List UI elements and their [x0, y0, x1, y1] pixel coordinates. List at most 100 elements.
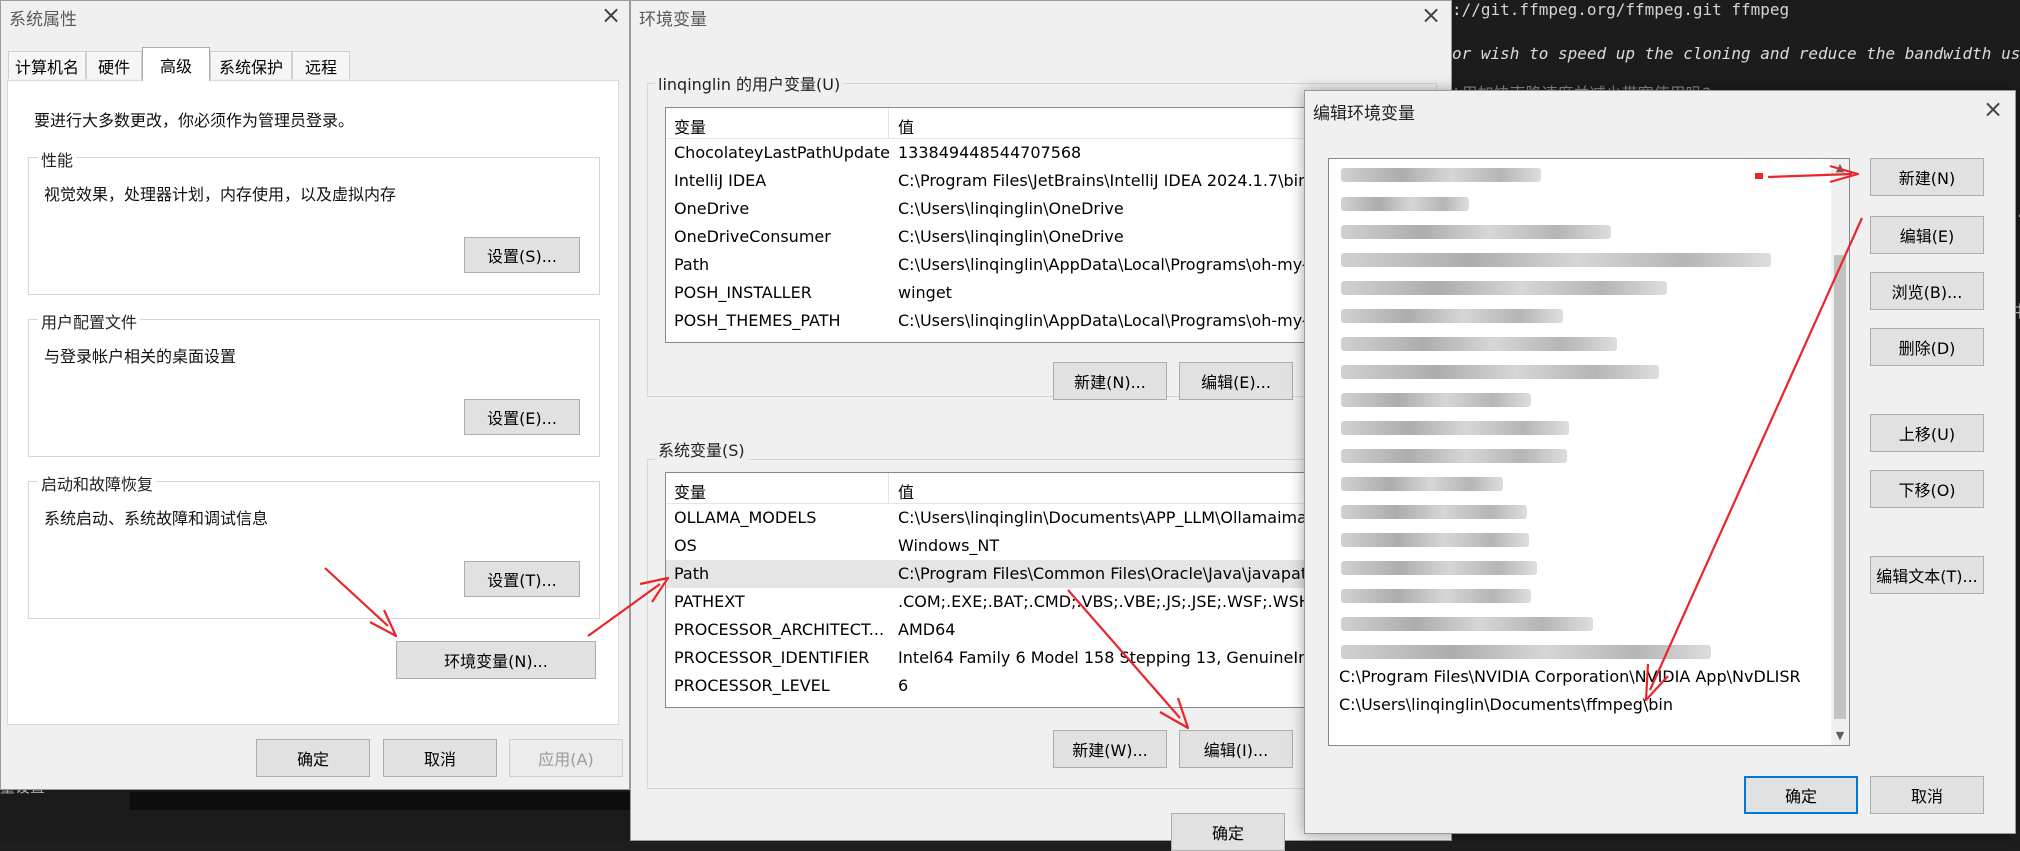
admin-notice: 要进行大多数更改，你必须作为管理员登录。	[34, 111, 355, 130]
path-entry-nvidia[interactable]: C:\Program Files\NVIDIA Corporation\NVID…	[1339, 667, 1801, 686]
cancel-button[interactable]: 取消	[383, 739, 497, 777]
user-edit-button[interactable]: 编辑(E)...	[1179, 362, 1293, 400]
user-profile-settings-button[interactable]: 设置(E)...	[464, 399, 580, 435]
blurred-path-entry[interactable]	[1341, 168, 1541, 182]
performance-label: 性能	[38, 147, 77, 171]
environment-variables-button[interactable]: 环境变量(N)...	[396, 641, 596, 679]
move-up-button[interactable]: 上移(U)	[1870, 414, 1984, 452]
variable-name: OneDriveConsumer	[674, 227, 831, 246]
ok-button[interactable]: 确定	[1171, 813, 1285, 851]
variable-value: C:\Program Files\JetBrains\IntelliJ IDEA…	[898, 171, 1314, 190]
blurred-path-entry[interactable]	[1341, 617, 1593, 631]
system-properties-window: 系统属性 × 计算机名 硬件 高级 系统保护 远程 要进行大多数更改，你必须作为…	[0, 0, 630, 790]
tab-system-protection[interactable]: 系统保护	[210, 51, 292, 79]
blurred-path-entry[interactable]	[1341, 365, 1659, 379]
variable-value: C:\Users\linqinglin\OneDrive	[898, 199, 1124, 218]
blurred-path-entry[interactable]	[1341, 337, 1617, 351]
scroll-up-icon[interactable]: ▲	[1831, 159, 1849, 177]
variable-value: AMD64	[898, 620, 956, 639]
blurred-path-entry[interactable]	[1341, 309, 1563, 323]
blurred-path-entry[interactable]	[1341, 421, 1569, 435]
blurred-path-entry[interactable]	[1341, 253, 1771, 267]
user-profile-label: 用户配置文件	[38, 309, 141, 333]
close-icon[interactable]: ×	[1411, 1, 1451, 31]
move-down-button[interactable]: 下移(O)	[1870, 470, 1984, 508]
variable-name: POSH_THEMES_PATH	[674, 311, 841, 330]
variable-name: ChocolateyLastPathUpdate	[674, 143, 890, 162]
window-title: 系统属性	[9, 10, 77, 30]
variable-value: 6	[898, 676, 909, 695]
startup-recovery-desc: 系统启动、系统故障和调试信息	[44, 509, 269, 528]
browse-button[interactable]: 浏览(B)...	[1870, 272, 1984, 310]
blurred-path-entry[interactable]	[1341, 449, 1567, 463]
variable-value: C:\Program Files\Common Files\Oracle\Jav…	[898, 564, 1308, 583]
variable-name: PROCESSOR_ARCHITECT...	[674, 620, 885, 639]
blurred-path-entry[interactable]	[1341, 225, 1611, 239]
blurred-path-entry[interactable]	[1341, 393, 1531, 407]
window-title: 编辑环境变量	[1313, 104, 1415, 124]
variable-value: C:\Users\linqinglin\Documents\APP_LLM\Ol…	[898, 508, 1318, 527]
ok-button[interactable]: 确定	[1744, 776, 1858, 814]
blurred-path-entry[interactable]	[1341, 645, 1711, 659]
variable-name: POSH_INSTALLER	[674, 283, 812, 302]
performance-settings-button[interactable]: 设置(S)...	[464, 237, 580, 273]
variable-value: C:\Users\linqinglin\AppData\Local\Progra…	[898, 311, 1308, 330]
close-icon[interactable]: ×	[591, 1, 631, 31]
column-header-variable[interactable]: 变量	[674, 114, 706, 138]
performance-desc: 视觉效果，处理器计划，内存使用，以及虚拟内存	[44, 185, 397, 204]
column-header-value[interactable]: 值	[898, 479, 914, 503]
blurred-path-entry[interactable]	[1341, 197, 1469, 211]
startup-recovery-group	[28, 481, 600, 619]
variable-value: C:\Users\linqinglin\AppData\Local\Progra…	[898, 255, 1308, 274]
tab-hardware[interactable]: 硬件	[86, 51, 142, 79]
list-scrollbar[interactable]: ▲ ▼	[1831, 159, 1849, 745]
close-icon[interactable]: ×	[1973, 95, 2013, 125]
tab-advanced[interactable]: 高级	[142, 47, 210, 81]
terminal-line-clone: ://git.ffmpeg.org/ffmpeg.git ffmpeg	[1452, 0, 1790, 19]
performance-group	[28, 157, 600, 295]
variable-value: 133849448544707568	[898, 143, 1082, 162]
blurred-path-entry[interactable]	[1341, 589, 1531, 603]
blurred-path-entry[interactable]	[1341, 477, 1503, 491]
terminal-line-question: or wish to speed up the cloning and redu…	[1452, 44, 2020, 63]
blurred-path-entry[interactable]	[1341, 281, 1667, 295]
blurred-path-entry[interactable]	[1341, 533, 1529, 547]
edit-text-button[interactable]: 编辑文本(T)...	[1870, 556, 1984, 594]
user-variables-label: linqinglin 的用户变量(U)	[655, 71, 844, 95]
scroll-thumb[interactable]	[1834, 255, 1846, 719]
edit-path-button[interactable]: 编辑(E)	[1870, 216, 1984, 254]
startup-recovery-settings-button[interactable]: 设置(T)...	[464, 561, 580, 597]
user-new-button[interactable]: 新建(N)...	[1053, 362, 1167, 400]
scroll-down-icon[interactable]: ▼	[1831, 727, 1849, 745]
path-entries-list[interactable]: C:\Program Files\NVIDIA Corporation\NVID…	[1328, 158, 1850, 746]
variable-name: Path	[674, 564, 710, 583]
apply-button[interactable]: 应用(A)	[509, 739, 623, 777]
column-header-variable[interactable]: 变量	[674, 479, 706, 503]
new-path-button[interactable]: 新建(N)	[1870, 158, 1984, 196]
system-variables-label: 系统变量(S)	[655, 437, 748, 461]
delete-button[interactable]: 删除(D)	[1870, 328, 1984, 366]
window-title: 环境变量	[639, 10, 707, 30]
user-profile-group	[28, 319, 600, 457]
variable-name: PROCESSOR_IDENTIFIER	[674, 648, 870, 667]
variable-name: OLLAMA_MODELS	[674, 508, 817, 527]
variable-name: PROCESSOR_LEVEL	[674, 676, 830, 695]
variable-name: OneDrive	[674, 199, 750, 218]
system-new-button[interactable]: 新建(W)...	[1053, 730, 1167, 768]
cancel-button[interactable]: 取消	[1870, 776, 1984, 814]
blurred-path-entry[interactable]	[1341, 561, 1537, 575]
user-profile-desc: 与登录帐户相关的桌面设置	[44, 347, 237, 366]
system-edit-button[interactable]: 编辑(I)...	[1179, 730, 1293, 768]
variable-value: Windows_NT	[898, 536, 1000, 555]
variable-name: IntelliJ IDEA	[674, 171, 767, 190]
variable-value: .COM;.EXE;.BAT;.CMD;.VBS;.VBE;.JS;.JSE;.…	[898, 592, 1336, 611]
column-header-value[interactable]: 值	[898, 114, 914, 138]
tab-remote[interactable]: 远程	[292, 51, 350, 79]
variable-name: Path	[674, 255, 710, 274]
blurred-path-entry[interactable]	[1341, 505, 1527, 519]
tab-computer-name[interactable]: 计算机名	[8, 51, 86, 79]
variable-value: C:\Users\linqinglin\OneDrive	[898, 227, 1124, 246]
path-entry-ffmpeg[interactable]: C:\Users\linqinglin\Documents\ffmpeg\bin	[1339, 695, 1673, 714]
startup-recovery-label: 启动和故障恢复	[38, 471, 157, 495]
ok-button[interactable]: 确定	[256, 739, 370, 777]
